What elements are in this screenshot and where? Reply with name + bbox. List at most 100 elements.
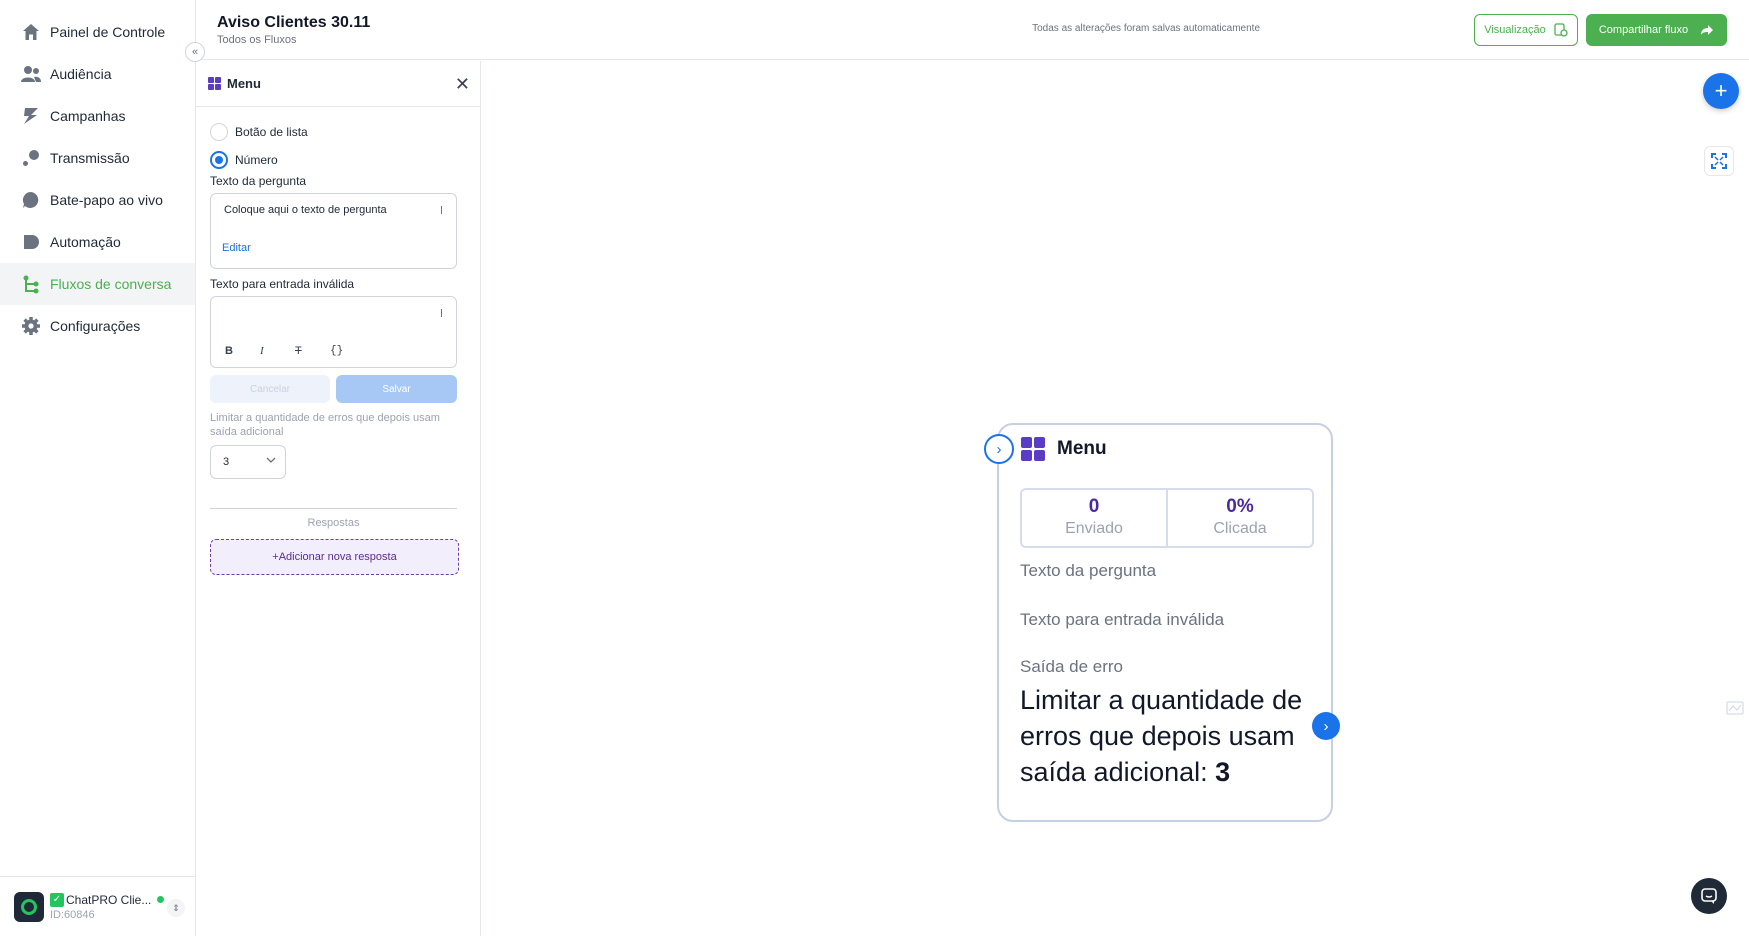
collapse-sidebar-button[interactable]: « bbox=[185, 42, 205, 62]
radio-list-button[interactable]: Botão de lista bbox=[210, 123, 308, 141]
campaign-icon bbox=[20, 105, 42, 127]
verified-check-icon: ✓ bbox=[50, 892, 64, 907]
home-icon bbox=[20, 21, 42, 43]
error-output-port-icon[interactable]: › bbox=[1312, 712, 1340, 740]
account-id: ID:60846 bbox=[50, 908, 95, 921]
chat-support-icon bbox=[1701, 888, 1717, 904]
bold-icon[interactable]: B bbox=[225, 345, 260, 357]
question-text: Coloque aqui o texto de pergunta bbox=[224, 204, 387, 216]
add-response-button[interactable]: +Adicionar nova resposta bbox=[210, 539, 459, 575]
sidebar-item-label: Fluxos de conversa bbox=[50, 276, 172, 292]
page-title: Aviso Clientes 30.11 bbox=[217, 14, 371, 31]
share-flow-button[interactable]: Compartilhar fluxo bbox=[1586, 14, 1727, 46]
share-label: Compartilhar fluxo bbox=[1598, 24, 1689, 36]
node-question-label: Texto da pergunta bbox=[1020, 561, 1157, 580]
panel-title: Menu bbox=[227, 76, 261, 91]
sidebar-item-audiencia[interactable]: Audiência bbox=[0, 53, 195, 95]
menu-grid-icon bbox=[208, 77, 221, 90]
preview-label: Visualização bbox=[1484, 24, 1546, 36]
support-chat-button[interactable] bbox=[1691, 878, 1727, 914]
question-label: Texto da pergunta bbox=[210, 174, 307, 188]
cancel-button[interactable]: Cancelar bbox=[210, 375, 330, 403]
italic-icon[interactable]: I bbox=[260, 345, 295, 357]
account-name: ChatPRO Clie... bbox=[66, 892, 152, 907]
save-button[interactable]: Salvar bbox=[336, 375, 457, 403]
error-limit-select[interactable]: 3 bbox=[210, 445, 286, 479]
edit-link[interactable]: Editar bbox=[222, 242, 251, 254]
sidebar-item-label: Campanhas bbox=[50, 108, 126, 124]
sidebar-item-automacao[interactable]: Automação bbox=[0, 221, 195, 263]
menu-node-card[interactable]: › Menu 0 Enviado 0% Clicada Texto da per… bbox=[984, 423, 1340, 822]
text-cursor bbox=[441, 206, 442, 214]
preview-button[interactable]: Visualização bbox=[1474, 14, 1578, 46]
close-icon[interactable]: ✕ bbox=[455, 75, 470, 93]
error-limit-label: Limitar a quantidade de erros que depois… bbox=[210, 412, 440, 438]
question-text-field[interactable]: Coloque aqui o texto de pergunta Editar bbox=[210, 193, 457, 269]
stat-sent: 0 Enviado bbox=[1022, 490, 1166, 546]
radio-circle-selected[interactable] bbox=[210, 151, 228, 169]
node-error-limit-value: 3 bbox=[1215, 757, 1231, 787]
invalid-input-field[interactable]: B I T {} bbox=[210, 296, 457, 368]
sidebar: Painel de Controle Audiência Campanhas T… bbox=[0, 0, 196, 936]
fullscreen-button[interactable] bbox=[1704, 146, 1734, 176]
chevron-down-icon bbox=[266, 456, 276, 467]
avatar bbox=[14, 891, 44, 922]
breadcrumb[interactable]: Todos os Fluxos bbox=[217, 34, 296, 46]
share-icon bbox=[1701, 25, 1714, 35]
strikethrough-icon[interactable]: T bbox=[295, 345, 330, 357]
node-error-limit-text: Limitar a quantidade de erros que depois… bbox=[1020, 685, 1303, 787]
responses-title: Respostas bbox=[307, 517, 360, 529]
invalid-input-label: Texto para entrada inválida bbox=[210, 277, 355, 291]
sidebar-item-label: Bate-papo ao vivo bbox=[50, 192, 163, 208]
input-port-icon[interactable]: › bbox=[984, 434, 1014, 464]
error-limit-value: 3 bbox=[223, 456, 230, 468]
text-cursor bbox=[441, 309, 442, 317]
node-properties-panel: Menu ✕ Botão de lista Número Texto da pe… bbox=[196, 61, 481, 936]
radio-number[interactable]: Número bbox=[210, 151, 278, 169]
app: Painel de Controle Audiência Campanhas T… bbox=[0, 0, 1749, 936]
switch-account-icon[interactable]: ⇕ bbox=[167, 899, 185, 917]
sidebar-item-label: Audiência bbox=[50, 66, 112, 82]
add-node-button[interactable]: + bbox=[1703, 73, 1739, 109]
node-title: Menu bbox=[1057, 438, 1107, 459]
stat-sent-value: 0 bbox=[1088, 496, 1100, 517]
flow-canvas[interactable]: + › Menu 0 Enviado 0% Clicada Texto da p… bbox=[481, 61, 1749, 936]
node-error-limit: Limitar a quantidade de erros que depois… bbox=[1020, 682, 1310, 790]
sidebar-item-bate-papo[interactable]: Bate-papo ao vivo bbox=[0, 179, 195, 221]
autosave-status: Todas as alterações foram salvas automat… bbox=[1032, 23, 1260, 34]
stat-clicked-label: Clicada bbox=[1213, 520, 1267, 537]
node-stats: 0 Enviado 0% Clicada bbox=[1020, 488, 1314, 548]
sidebar-item-configuracoes[interactable]: Configurações bbox=[0, 305, 195, 347]
gear-icon bbox=[20, 315, 42, 337]
sidebar-item-campanhas[interactable]: Campanhas bbox=[0, 95, 195, 137]
sidebar-item-fluxos[interactable]: Fluxos de conversa bbox=[0, 263, 195, 305]
radio-circle[interactable] bbox=[210, 123, 228, 141]
sidebar-item-label: Automação bbox=[50, 234, 121, 250]
node-invalid-label: Texto para entrada inválida bbox=[1020, 610, 1225, 629]
sidebar-item-label: Painel de Controle bbox=[50, 24, 166, 40]
users-icon bbox=[20, 63, 42, 85]
sidebar-item-label: Transmissão bbox=[50, 150, 130, 166]
fullscreen-icon bbox=[1711, 153, 1727, 169]
radio-label: Número bbox=[235, 153, 278, 167]
sidebar-item-label: Configurações bbox=[50, 318, 141, 334]
stat-sent-label: Enviado bbox=[1065, 520, 1123, 537]
radio-label: Botão de lista bbox=[235, 125, 308, 139]
menu-grid-icon bbox=[1021, 437, 1045, 461]
stat-clicked: 0% Clicada bbox=[1166, 490, 1312, 546]
panel-header: Menu ✕ bbox=[196, 61, 480, 107]
variable-braces-icon[interactable]: {} bbox=[330, 345, 365, 357]
online-status-icon bbox=[157, 896, 165, 903]
sidebar-item-painel[interactable]: Painel de Controle bbox=[0, 11, 195, 53]
chat-icon bbox=[20, 189, 42, 211]
sidebar-item-transmissao[interactable]: Transmissão bbox=[0, 137, 195, 179]
broadcast-icon bbox=[20, 147, 42, 169]
preview-icon bbox=[1554, 23, 1568, 37]
minimap-icon[interactable] bbox=[1726, 701, 1744, 718]
format-toolbar: B I T {} bbox=[225, 345, 365, 357]
automation-icon bbox=[20, 231, 42, 253]
account-switcher[interactable]: ✓ ChatPRO Clie... ID:60846 ⇕ bbox=[0, 876, 195, 936]
flow-icon bbox=[20, 273, 42, 295]
divider bbox=[210, 508, 457, 509]
stat-clicked-value: 0% bbox=[1226, 496, 1254, 517]
